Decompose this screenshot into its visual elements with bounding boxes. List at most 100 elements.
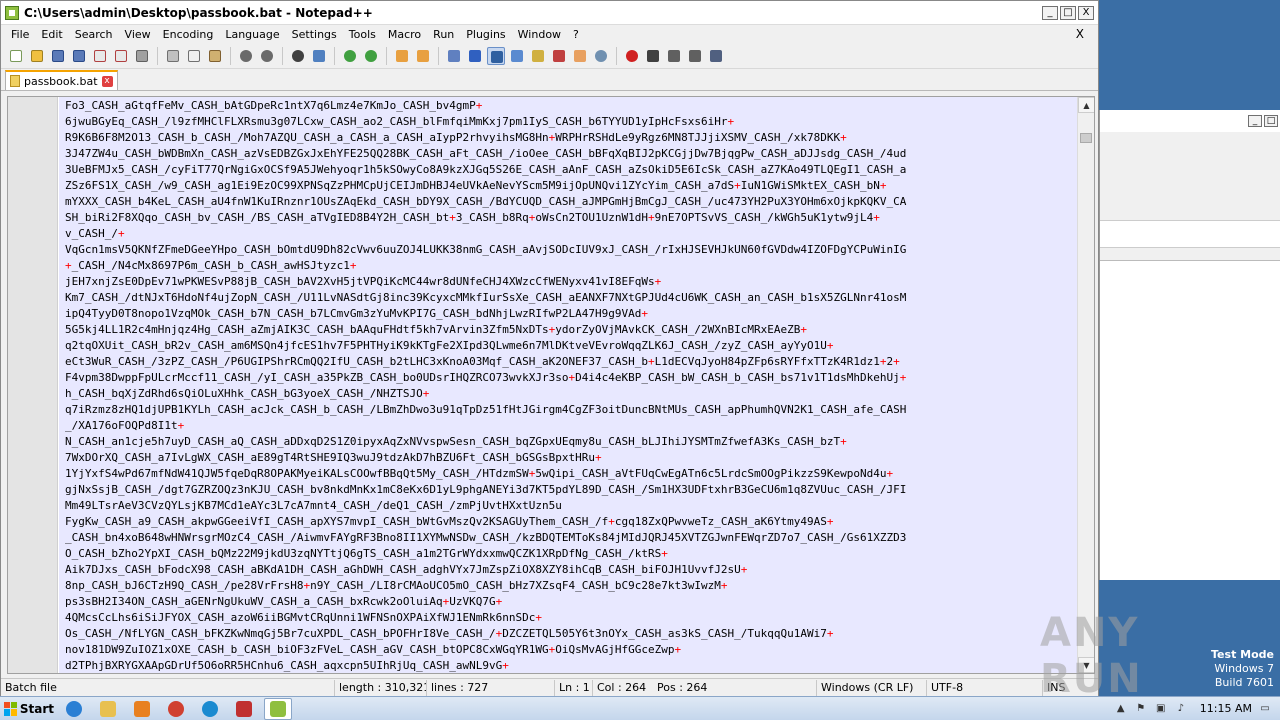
code-line[interactable]: ps3sBH2I34ON_CASH_aGENrNgUkuWV_CASH_a_CA… bbox=[65, 594, 1078, 610]
code-line[interactable]: 3J47ZW4u_CASH_bWDBmXn_CASH_azVsEDBZGxJxE… bbox=[65, 146, 1078, 162]
document-map-icon[interactable] bbox=[529, 47, 547, 65]
minimize-button[interactable]: _ bbox=[1042, 5, 1058, 20]
user-defined-language-icon[interactable] bbox=[508, 47, 526, 65]
code-line[interactable]: ipQ4TyyD0T8nopo1VzqMOk_CASH_b7N_CASH_b7L… bbox=[65, 306, 1078, 322]
menu-tools[interactable]: Tools bbox=[343, 28, 382, 41]
close-button[interactable]: X bbox=[1078, 5, 1094, 20]
code-line[interactable]: d2TPhjBXRYGXAApGDrUf5O6oRR5HCnhu6_CASH_a… bbox=[65, 658, 1078, 673]
code-line[interactable]: VqGcn1msV5QKNfZFmeDGeeYHpo_CASH_bOmtdU9D… bbox=[65, 242, 1078, 258]
undo-icon[interactable] bbox=[237, 47, 255, 65]
redo-icon[interactable] bbox=[258, 47, 276, 65]
function-list-icon[interactable] bbox=[550, 47, 568, 65]
code-line[interactable]: Os_CASH_/NfLYGN_CASH_bFKZKwNmqGj5Br7cuXP… bbox=[65, 626, 1078, 642]
clock[interactable]: 11:15 AM bbox=[1200, 702, 1252, 715]
background-window[interactable]: _ □ bbox=[1099, 110, 1280, 580]
zoom-out-icon[interactable] bbox=[362, 47, 380, 65]
scroll-up-icon[interactable]: ▲ bbox=[1078, 97, 1094, 113]
media-player-icon[interactable] bbox=[128, 698, 156, 720]
code-line[interactable]: _/XA176oFOQPd8I1t+ bbox=[65, 418, 1078, 434]
open-file-icon[interactable] bbox=[28, 47, 46, 65]
code-line[interactable]: SH_biRi2F8XQqo_CASH_bv_CASH_/BS_CASH_aTV… bbox=[65, 210, 1078, 226]
menu-view[interactable]: View bbox=[119, 28, 157, 41]
show-desktop-icon[interactable]: ▭ bbox=[1258, 702, 1272, 716]
background-minimize-button[interactable]: _ bbox=[1248, 115, 1262, 127]
code-line[interactable]: 6jwuBGyEq_CASH_/l9zfMHClFLXRsmu3g07LCxw_… bbox=[65, 114, 1078, 130]
paste-icon[interactable] bbox=[206, 47, 224, 65]
code-line[interactable]: N_CASH_an1cje5h7uyD_CASH_aQ_CASH_aDDxqD2… bbox=[65, 434, 1078, 450]
tray-up-arrow-icon[interactable]: ▲ bbox=[1114, 702, 1128, 716]
code-line[interactable]: mYXXX_CASH_b4KeL_CASH_aU4fnW1KuIRnznr1OU… bbox=[65, 194, 1078, 210]
background-maximize-button[interactable]: □ bbox=[1264, 115, 1278, 127]
code-line[interactable]: Fo3_CASH_aGtqfFeMv_CASH_bAtGDpeRc1ntX7q6… bbox=[65, 98, 1078, 114]
save-macro-icon[interactable] bbox=[707, 47, 725, 65]
notepad-plus-plus-task-icon[interactable] bbox=[264, 697, 292, 720]
monitoring-icon[interactable] bbox=[592, 47, 610, 65]
chrome-icon[interactable] bbox=[162, 698, 190, 720]
code-line[interactable]: h_CASH_bqXjZdRhd6sQiOLuXHhk_CASH_bG3yoeX… bbox=[65, 386, 1078, 402]
cut-icon[interactable] bbox=[164, 47, 182, 65]
code-line[interactable]: R9K6B6F8M2O13_CASH_b_CASH_/Moh7AZQU_CASH… bbox=[65, 130, 1078, 146]
run-macro-multiple-icon[interactable] bbox=[686, 47, 704, 65]
code-line[interactable]: 1YjYxfS4wPd67mfNdW41QJW5fqeDqR8OPAKMyeiK… bbox=[65, 466, 1078, 482]
close-document-button[interactable]: X bbox=[1070, 27, 1090, 41]
internet-explorer-icon[interactable] bbox=[60, 698, 88, 720]
start-button[interactable]: Start bbox=[0, 698, 54, 720]
status-eol[interactable]: Windows (CR LF) bbox=[817, 679, 927, 696]
menu-settings[interactable]: Settings bbox=[286, 28, 343, 41]
vertical-scrollbar[interactable]: ▲ ▼ bbox=[1077, 97, 1094, 673]
code-line[interactable]: Km7_CASH_/dtNJxT6HdoNf4ujZopN_CASH_/U11L… bbox=[65, 290, 1078, 306]
code-line[interactable]: jEH7xnjZsE0DpEv71wPKWESvP88jB_CASH_bAV2X… bbox=[65, 274, 1078, 290]
show-all-characters-icon[interactable] bbox=[466, 47, 484, 65]
code-line[interactable]: q2tqOXUit_CASH_bR2v_CASH_am6MSQn4jfcES1h… bbox=[65, 338, 1078, 354]
zoom-in-icon[interactable] bbox=[341, 47, 359, 65]
close-file-icon[interactable] bbox=[91, 47, 109, 65]
code-line[interactable]: 3UeBFMJx5_CASH_/cyFiT77QrNgiGxOCSf9A5JWe… bbox=[65, 162, 1078, 178]
app-grid-icon[interactable] bbox=[230, 698, 258, 720]
find-icon[interactable] bbox=[289, 47, 307, 65]
menu-edit[interactable]: Edit bbox=[35, 28, 68, 41]
code-line[interactable]: eCt3WuR_CASH_/3zPZ_CASH_/P6UGIPShrRCmQQ2… bbox=[65, 354, 1078, 370]
code-line[interactable]: F4vpm38DwppFpULcrMccf11_CASH_/yI_CASH_a3… bbox=[65, 370, 1078, 386]
file-explorer-icon[interactable] bbox=[94, 698, 122, 720]
record-macro-icon[interactable] bbox=[623, 47, 641, 65]
menu-help[interactable]: ? bbox=[567, 28, 585, 41]
code-line[interactable]: Aik7DJxs_CASH_bFodcX98_CASH_aBKdA1DH_CAS… bbox=[65, 562, 1078, 578]
code-line[interactable]: FygKw_CASH_a9_CASH_akpwGGeeiVfI_CASH_apX… bbox=[65, 514, 1078, 530]
save-all-icon[interactable] bbox=[70, 47, 88, 65]
menu-window[interactable]: Window bbox=[512, 28, 567, 41]
code-line[interactable]: nov181DW9ZuIOZ1xOXE_CASH_b_CASH_biOF3zFV… bbox=[65, 642, 1078, 658]
code-line[interactable]: O_CASH_bZho2YpXI_CASH_bQMz22M9jkdU3zqNYT… bbox=[65, 546, 1078, 562]
stop-recording-icon[interactable] bbox=[644, 47, 662, 65]
menu-encoding[interactable]: Encoding bbox=[157, 28, 220, 41]
code-line[interactable]: _CASH_bn4xoB648wHNWrsgrMOzC4_CASH_/Aiwmv… bbox=[65, 530, 1078, 546]
indent-guide-icon[interactable] bbox=[487, 46, 505, 65]
folder-as-workspace-icon[interactable] bbox=[571, 47, 589, 65]
copy-icon[interactable] bbox=[185, 47, 203, 65]
network-icon[interactable]: ▣ bbox=[1154, 702, 1168, 716]
maximize-button[interactable]: □ bbox=[1060, 5, 1076, 20]
volume-icon[interactable]: ♪ bbox=[1174, 702, 1188, 716]
code-line[interactable]: 5G5kj4LL1R2c4mHnjqz4Hg_CASH_aZmjAIK3C_CA… bbox=[65, 322, 1078, 338]
code-line[interactable]: Mm49LTsrAeV3CVzQYLsjKB7MCd1eAYc3L7cA7mnt… bbox=[65, 498, 1078, 514]
title-bar[interactable]: C:\Users\admin\Desktop\passbook.bat - No… bbox=[1, 1, 1098, 25]
edge-icon[interactable] bbox=[196, 698, 224, 720]
tab-close-icon[interactable]: x bbox=[101, 75, 113, 87]
background-window-titlebar[interactable]: _ □ bbox=[1100, 110, 1280, 132]
editor-area[interactable]: Fo3_CASH_aGtqfFeMv_CASH_bAtGDpeRc1ntX7q6… bbox=[7, 96, 1095, 674]
playback-macro-icon[interactable] bbox=[665, 47, 683, 65]
replace-icon[interactable] bbox=[310, 47, 328, 65]
print-icon[interactable] bbox=[133, 47, 151, 65]
sync-vertical-icon[interactable] bbox=[393, 47, 411, 65]
menu-search[interactable]: Search bbox=[69, 28, 119, 41]
menu-macro[interactable]: Macro bbox=[382, 28, 427, 41]
flag-icon[interactable]: ⚑ bbox=[1134, 702, 1148, 716]
status-encoding[interactable]: UTF-8 bbox=[927, 679, 1043, 696]
code-line[interactable]: 4QMcsCcLhs6iSiJFYOX_CASH_azoW6iiBGMvtCRq… bbox=[65, 610, 1078, 626]
menu-run[interactable]: Run bbox=[427, 28, 460, 41]
tab-passbook-bat[interactable]: passbook.bat x bbox=[5, 70, 118, 90]
new-file-icon[interactable] bbox=[7, 47, 25, 65]
code-line[interactable]: 7WxDOrXQ_CASH_a7IvLgWX_CASH_aE89gT4RtSHE… bbox=[65, 450, 1078, 466]
code-line[interactable]: v_CASH_/+ bbox=[65, 226, 1078, 242]
code-line[interactable]: gjNxSsjB_CASH_/dgt7GZRZOQz3nKJU_CASH_bv8… bbox=[65, 482, 1078, 498]
code-line[interactable]: 8np_CASH_bJ6CTzH9Q_CASH_/pe28VrFrsH8+n9Y… bbox=[65, 578, 1078, 594]
